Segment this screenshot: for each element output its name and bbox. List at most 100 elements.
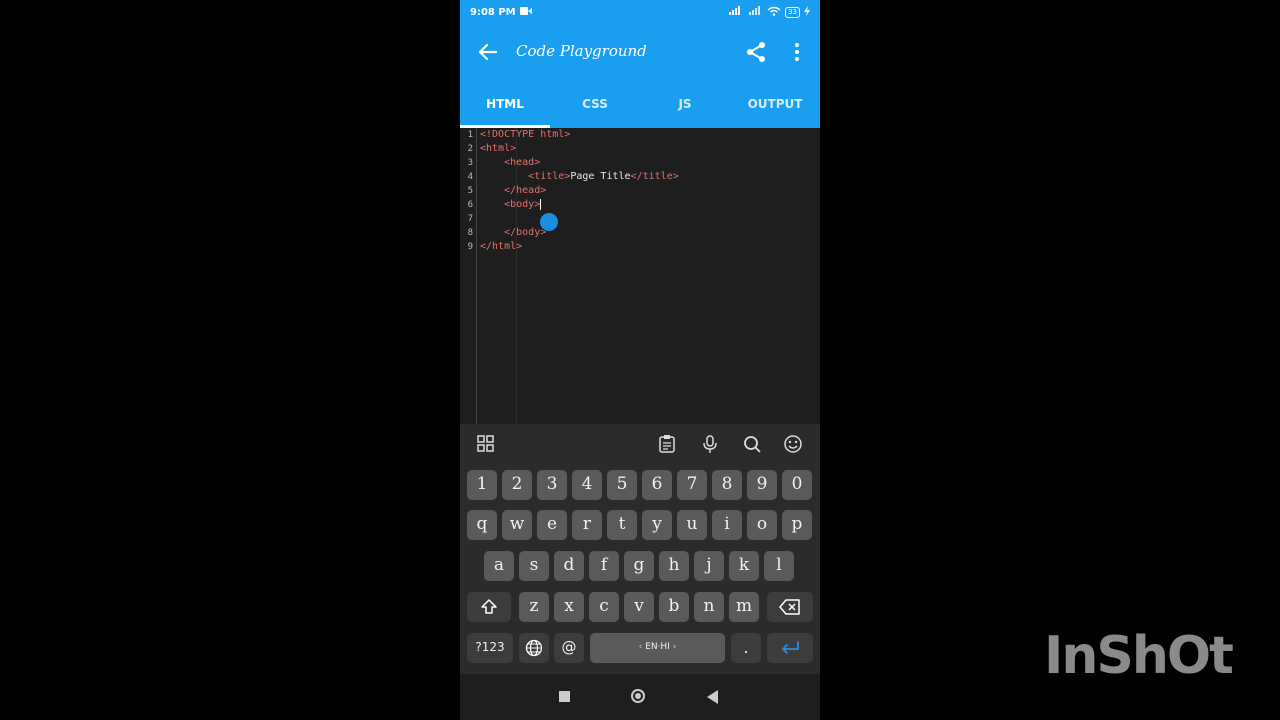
line-number: 6 [467,200,473,210]
shift-key[interactable] [467,592,511,622]
key-4[interactable]: 4 [572,470,602,500]
shift-arrow-icon [481,599,497,614]
clipboard-icon[interactable] [657,434,679,456]
code-token: </body> [504,227,547,238]
tab-html[interactable]: HTML [460,80,550,128]
enter-icon [782,641,799,654]
code-editor[interactable]: 1 2 3 4 5 6 7 8 9 <!DOCTYPE html> <html>… [460,128,820,424]
key-0[interactable]: 0 [782,470,812,500]
key-3[interactable]: 3 [537,470,567,500]
key-7[interactable]: 7 [677,470,707,500]
code-line-8: </body> [480,226,820,240]
search-icon[interactable] [742,434,764,456]
at-key[interactable]: @ [554,633,584,663]
line-number: 8 [467,228,473,238]
key-k[interactable]: k [729,551,759,581]
tab-bar: HTML CSS JS OUTPUT [460,80,820,128]
enter-key[interactable] [767,633,813,663]
line-number: 1 [467,130,473,140]
language-key[interactable] [519,633,549,663]
status-bar: 9:08 PM 33 [460,0,820,24]
code-line-4: <title>Page Title</title> [480,170,820,184]
key-f[interactable]: f [589,551,619,581]
key-m[interactable]: m [729,592,759,622]
key-x[interactable]: x [554,592,584,622]
code-token: <head> [504,157,541,168]
bottom-row: ?123 @ ‹ EN·HI › . [460,633,820,669]
key-8[interactable]: 8 [712,470,742,500]
key-b[interactable]: b [659,592,689,622]
symbols-key[interactable]: ?123 [467,633,513,663]
key-w[interactable]: w [502,510,532,540]
key-z[interactable]: z [519,592,549,622]
key-g[interactable]: g [624,551,654,581]
key-q[interactable]: q [467,510,497,540]
key-h[interactable]: h [659,551,689,581]
key-e[interactable]: e [537,510,567,540]
key-y[interactable]: y [642,510,672,540]
key-r[interactable]: r [572,510,602,540]
text-cursor [540,198,542,210]
tab-css[interactable]: CSS [550,80,640,128]
space-label: EN·HI [645,642,670,652]
line-number: 9 [467,242,473,252]
key-i[interactable]: i [712,510,742,540]
cursor-handle[interactable] [540,213,558,231]
space-bar[interactable]: ‹ EN·HI › [590,633,725,663]
recents-icon[interactable] [559,691,570,702]
more-options-icon[interactable] [790,40,804,64]
line-number: 5 [467,186,473,196]
emoji-icon[interactable] [783,434,805,456]
tab-output[interactable]: OUTPUT [730,80,820,128]
back-triangle-icon[interactable] [707,690,718,704]
app-title: Code Playground [516,42,647,60]
key-a[interactable]: a [484,551,514,581]
line-number: 4 [467,172,473,182]
globe-icon [525,639,543,657]
microphone-icon[interactable] [700,434,722,456]
key-o[interactable]: o [747,510,777,540]
apps-grid-icon[interactable] [476,434,498,456]
share-icon[interactable] [744,40,768,64]
code-token: <body> [504,199,541,210]
key-s[interactable]: s [519,551,549,581]
period-key[interactable]: . [731,633,761,663]
key-j[interactable]: j [694,551,724,581]
video-camera-icon [519,6,532,18]
back-arrow-icon[interactable] [478,38,502,66]
key-l[interactable]: l [764,551,794,581]
charging-icon [804,5,810,19]
tab-js[interactable]: JS [640,80,730,128]
key-1[interactable]: 1 [467,470,497,500]
key-2[interactable]: 2 [502,470,532,500]
navigation-bar [460,674,820,720]
code-line-2: <html> [480,142,820,156]
code-token: </title> [630,171,679,182]
key-9[interactable]: 9 [747,470,777,500]
key-d[interactable]: d [554,551,584,581]
key-5[interactable]: 5 [607,470,637,500]
key-n[interactable]: n [694,592,724,622]
key-6[interactable]: 6 [642,470,672,500]
key-t[interactable]: t [607,510,637,540]
key-u[interactable]: u [677,510,707,540]
code-token: <title> [528,171,571,182]
code-line-5: </head> [480,184,820,198]
status-time: 9:08 PM [470,6,516,18]
letter-row-2: a s d f g h j k l [460,551,820,587]
key-c[interactable]: c [589,592,619,622]
code-token: <!DOCTYPE html> [480,129,571,140]
line-number: 7 [467,214,473,224]
home-icon[interactable] [631,689,645,703]
battery-icon: 33 [785,6,800,18]
key-p[interactable]: p [782,510,812,540]
code-lines: <!DOCTYPE html> <html> <head> <title>Pag… [480,128,820,254]
code-token: <html> [480,143,517,154]
backspace-key[interactable] [767,592,813,622]
wifi-icon [767,6,781,19]
number-row: 1 2 3 4 5 6 7 8 9 0 [460,470,820,506]
soft-keyboard: 1 2 3 4 5 6 7 8 9 0 q w e r t y u i o p … [460,424,820,674]
line-number: 3 [467,158,473,168]
key-v[interactable]: v [624,592,654,622]
code-token: </html> [480,241,523,252]
